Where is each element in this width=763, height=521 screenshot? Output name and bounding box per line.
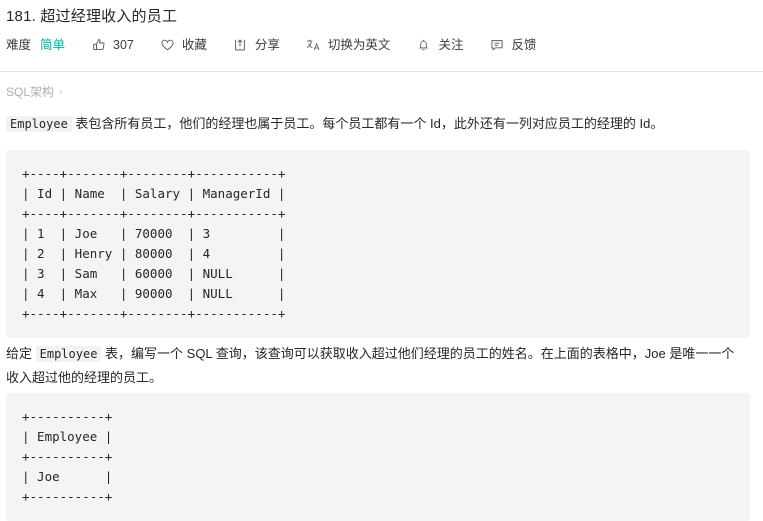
description-text-1: 表包含所有员工，他们的经理也属于员工。每个员工都有一个 Id，此外还有一列对应员… bbox=[71, 116, 664, 131]
favorite-button[interactable]: 收藏 bbox=[160, 36, 207, 54]
share-label: 分享 bbox=[254, 38, 280, 52]
subscribe-label: 关注 bbox=[438, 38, 464, 52]
share-icon bbox=[233, 38, 248, 53]
favorite-label: 收藏 bbox=[181, 38, 207, 52]
description-paragraph-2: 给定 Employee 表，编写一个 SQL 查询，该查询可以获取收入超过他们经… bbox=[6, 342, 746, 390]
feedback-button[interactable]: 反馈 bbox=[489, 36, 536, 54]
translate-button[interactable]: 切换为英文 bbox=[306, 36, 391, 54]
code-block-expected-result: +----------+ | Employee | +----------+ |… bbox=[6, 393, 750, 521]
subscribe-button[interactable]: 关注 bbox=[416, 36, 463, 54]
breadcrumb-item-sql-schema[interactable]: SQL架构 bbox=[6, 84, 54, 100]
thumbs-up-icon bbox=[91, 38, 106, 53]
heart-icon bbox=[160, 38, 175, 53]
problem-page: 181. 超过经理收入的员工 难度 简单 307 收藏 分享 切换为英文 关注 … bbox=[0, 0, 763, 521]
difficulty-group: 难度 简单 bbox=[6, 36, 65, 54]
comment-icon bbox=[489, 38, 504, 53]
share-button[interactable]: 分享 bbox=[233, 36, 280, 54]
code-block-employee-table: +----+-------+--------+-----------+ | Id… bbox=[6, 150, 750, 338]
inline-code-employee-2: Employee bbox=[35, 346, 102, 362]
result-table-ascii: +----------+ | Employee | +----------+ |… bbox=[22, 409, 113, 504]
like-button[interactable]: 307 bbox=[91, 36, 134, 54]
feedback-label: 反馈 bbox=[511, 38, 537, 52]
translate-icon bbox=[306, 38, 321, 53]
header-divider bbox=[0, 71, 763, 72]
description-text-2-prefix: 给定 bbox=[6, 346, 36, 361]
chevron-right-icon: › bbox=[59, 86, 63, 97]
difficulty-badge: 简单 bbox=[40, 38, 66, 52]
inline-code-employee: Employee bbox=[6, 116, 72, 132]
like-count: 307 bbox=[113, 38, 134, 52]
difficulty-label: 难度 bbox=[6, 38, 32, 52]
breadcrumb[interactable]: SQL架构 › bbox=[6, 84, 62, 100]
page-title: 181. 超过经理收入的员工 bbox=[6, 8, 178, 25]
employee-table-ascii: +----+-------+--------+-----------+ | Id… bbox=[22, 166, 286, 321]
description-paragraph-1: Employee 表包含所有员工，他们的经理也属于员工。每个员工都有一个 Id，… bbox=[6, 112, 746, 136]
description-text-2: 表，编写一个 SQL 查询，该查询可以获取收入超过他们经理的员工的姓名。在上面的… bbox=[6, 346, 735, 385]
bell-icon bbox=[416, 38, 431, 53]
translate-label: 切换为英文 bbox=[327, 38, 391, 52]
action-toolbar: 难度 简单 307 收藏 分享 切换为英文 关注 反馈 bbox=[6, 36, 536, 54]
